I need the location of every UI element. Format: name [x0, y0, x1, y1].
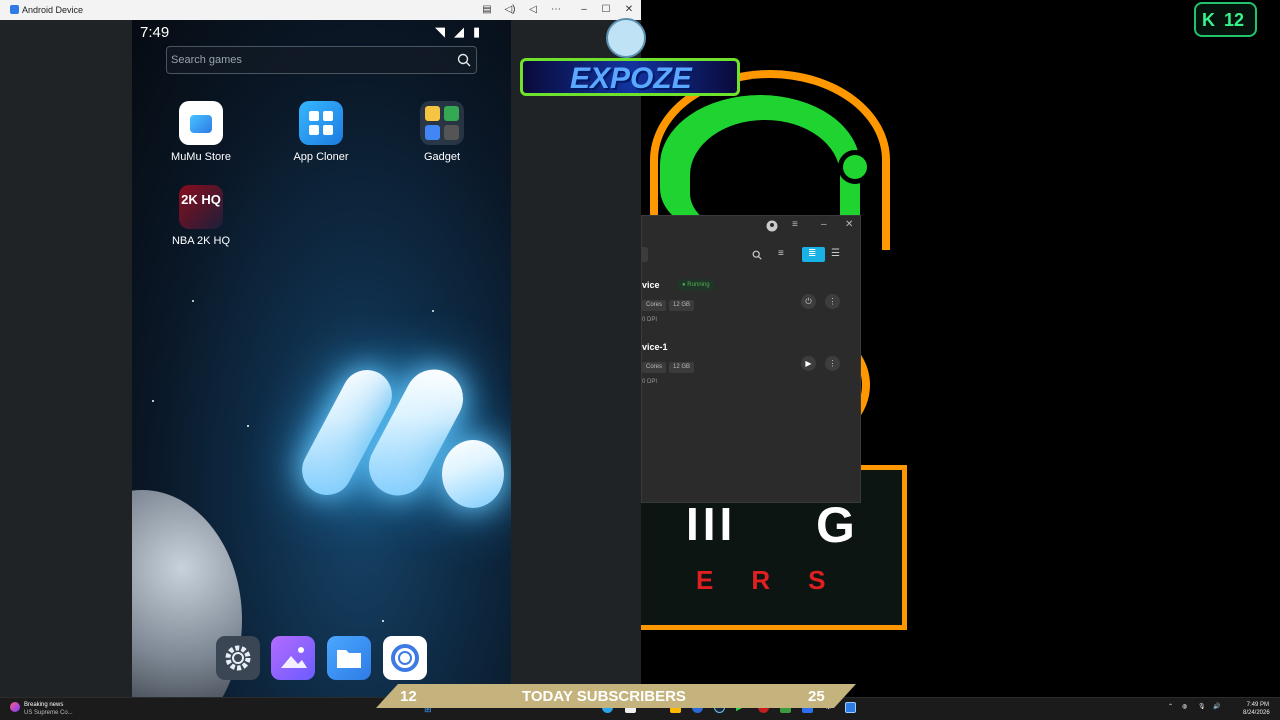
ram-chip: 12 GB: [669, 300, 695, 311]
expoze-banner: EXPOZE: [520, 18, 740, 100]
level-badge-letter: K: [1202, 10, 1215, 30]
logo-green-eye: [838, 150, 872, 184]
device-manager-window: ≡ – ✕ ≡ ≣ ☰ vice ● Running Cores 12 GB 0…: [641, 215, 861, 503]
settings-icon[interactable]: [216, 636, 260, 680]
files-icon[interactable]: [327, 636, 371, 680]
search-icon[interactable]: [457, 53, 471, 67]
clock-date: 8/24/2026: [1243, 710, 1270, 716]
star: [382, 620, 384, 622]
device-row[interactable]: vice ● Running Cores 12 GB 0 DPI ⏻ ⋮: [642, 278, 860, 328]
star: [432, 310, 434, 312]
logo-green-cutout: [690, 120, 840, 230]
grid-view-icon: ≣: [808, 248, 817, 259]
logo-red-letters: ERS: [696, 565, 864, 595]
device-name: vice-1: [642, 342, 668, 352]
emulator-side-margin: [511, 20, 641, 697]
dpi-text: 0 DPI: [642, 317, 658, 323]
emulator-title-bar: Android Device ▤ ◁) ◁ ⋯ – ☐ ✕: [0, 0, 641, 20]
news-subtitle: US Supreme Co...: [24, 710, 73, 716]
app-label: NBA 2K HQ: [171, 235, 231, 247]
app-nba-2k-hq[interactable]: 2K HQ NBA 2K HQ: [161, 185, 241, 247]
more-icon[interactable]: ⋯: [549, 3, 563, 17]
app-app-cloner[interactable]: App Cloner: [281, 101, 361, 163]
list-view-icon[interactable]: ☰: [831, 248, 840, 259]
mascot-avatar: [606, 18, 646, 58]
app-cloner-icon: [299, 101, 343, 145]
network-tray-icon[interactable]: ◍: [1182, 703, 1187, 710]
ram-chip: 12 GB: [669, 362, 695, 373]
signal-icon: ◢: [454, 24, 464, 39]
device-row[interactable]: vice-1 Cores 12 GB 0 DPI ▶ ⋮: [642, 340, 860, 390]
search-games-input[interactable]: Search games: [166, 46, 477, 74]
wifi-icon: ◥: [435, 24, 445, 39]
close-icon[interactable]: ✕: [622, 3, 636, 17]
news-title: Breaking news: [24, 702, 64, 708]
app-label: MuMu Store: [171, 151, 231, 163]
subscribers-overlay: 12 TODAY SUBSCRIBERS 25: [376, 684, 856, 708]
volume-icon[interactable]: ◁): [503, 3, 517, 17]
sort-icon[interactable]: ≡: [778, 248, 784, 259]
android-home-screen: 7:49 ◥ ◢ ▮ Search games MuMu Store App C…: [132, 20, 511, 697]
status-badge: ● Running: [677, 279, 715, 291]
play-button[interactable]: ▶: [801, 356, 816, 371]
tray-chevron-icon[interactable]: ⌃: [1168, 703, 1173, 710]
dpi-text: 0 DPI: [642, 379, 658, 385]
mic-tray-icon[interactable]: 🎙: [1198, 703, 1206, 710]
device-more-button[interactable]: ⋮: [825, 294, 840, 309]
wallpaper-orb: [442, 440, 504, 508]
search-icon[interactable]: [752, 250, 762, 260]
app-gadget-folder[interactable]: Gadget: [402, 101, 482, 163]
device-search-input[interactable]: [642, 247, 648, 262]
close-icon[interactable]: ✕: [845, 219, 853, 230]
minimize-icon[interactable]: –: [821, 219, 827, 230]
star: [192, 300, 194, 302]
level-badge: K 12: [1194, 2, 1257, 37]
news-widget[interactable]: Breaking news US Supreme Co...: [24, 701, 73, 717]
app-label: App Cloner: [293, 151, 349, 163]
status-time: 7:49: [140, 24, 170, 41]
star: [152, 400, 154, 402]
emulator-left-margin: [0, 20, 132, 697]
subs-left-count: 12: [400, 688, 417, 705]
back-icon[interactable]: ◁: [526, 3, 540, 17]
mumu-app-icon: [10, 5, 19, 14]
volume-tray-icon[interactable]: 🔊: [1213, 703, 1220, 710]
emulator-title: Android Device: [22, 5, 84, 15]
logo-big-letter: G: [816, 497, 855, 553]
app-label: Gadget: [423, 151, 461, 163]
device-more-button[interactable]: ⋮: [825, 356, 840, 371]
app-mumu-store[interactable]: MuMu Store: [161, 101, 241, 163]
subs-label: TODAY SUBSCRIBERS: [522, 688, 686, 705]
cpu-chip: Cores: [642, 362, 667, 373]
gallery-icon[interactable]: [271, 636, 315, 680]
nba-2k-hq-icon: 2K HQ: [179, 185, 223, 229]
browser-icon[interactable]: [383, 636, 427, 680]
search-placeholder: Search games: [171, 54, 242, 66]
device-name: vice: [642, 280, 660, 290]
level-badge-number: 12: [1224, 10, 1245, 30]
clock-time: 7:49 PM: [1246, 702, 1269, 708]
battery-icon: ▮: [473, 24, 481, 39]
news-widget-icon[interactable]: [10, 702, 20, 712]
power-button[interactable]: ⏻: [801, 294, 816, 309]
expoze-text: EXPOZE: [570, 62, 692, 95]
mumu-store-icon: [179, 101, 223, 145]
menu-icon[interactable]: ≡: [792, 219, 798, 230]
grid-view-button[interactable]: ≣: [802, 247, 825, 262]
minimize-icon[interactable]: –: [577, 3, 591, 17]
maximize-icon[interactable]: ☐: [599, 3, 613, 17]
emulator-window: Android Device ▤ ◁) ◁ ⋯ – ☐ ✕ 7:49 ◥ ◢ ▮…: [0, 0, 641, 697]
cpu-chip: Cores: [642, 300, 667, 311]
account-icon[interactable]: [766, 220, 778, 232]
keyboard-icon[interactable]: ▤: [480, 3, 494, 17]
star: [247, 425, 249, 427]
nba-icon-text: 2K HQ: [181, 192, 221, 207]
logo-bars-text: III: [686, 498, 737, 550]
subs-right-count: 25: [808, 688, 825, 705]
gadget-folder-icon: [420, 101, 464, 145]
clock[interactable]: 7:49 PM 8/24/2026: [1243, 701, 1270, 717]
